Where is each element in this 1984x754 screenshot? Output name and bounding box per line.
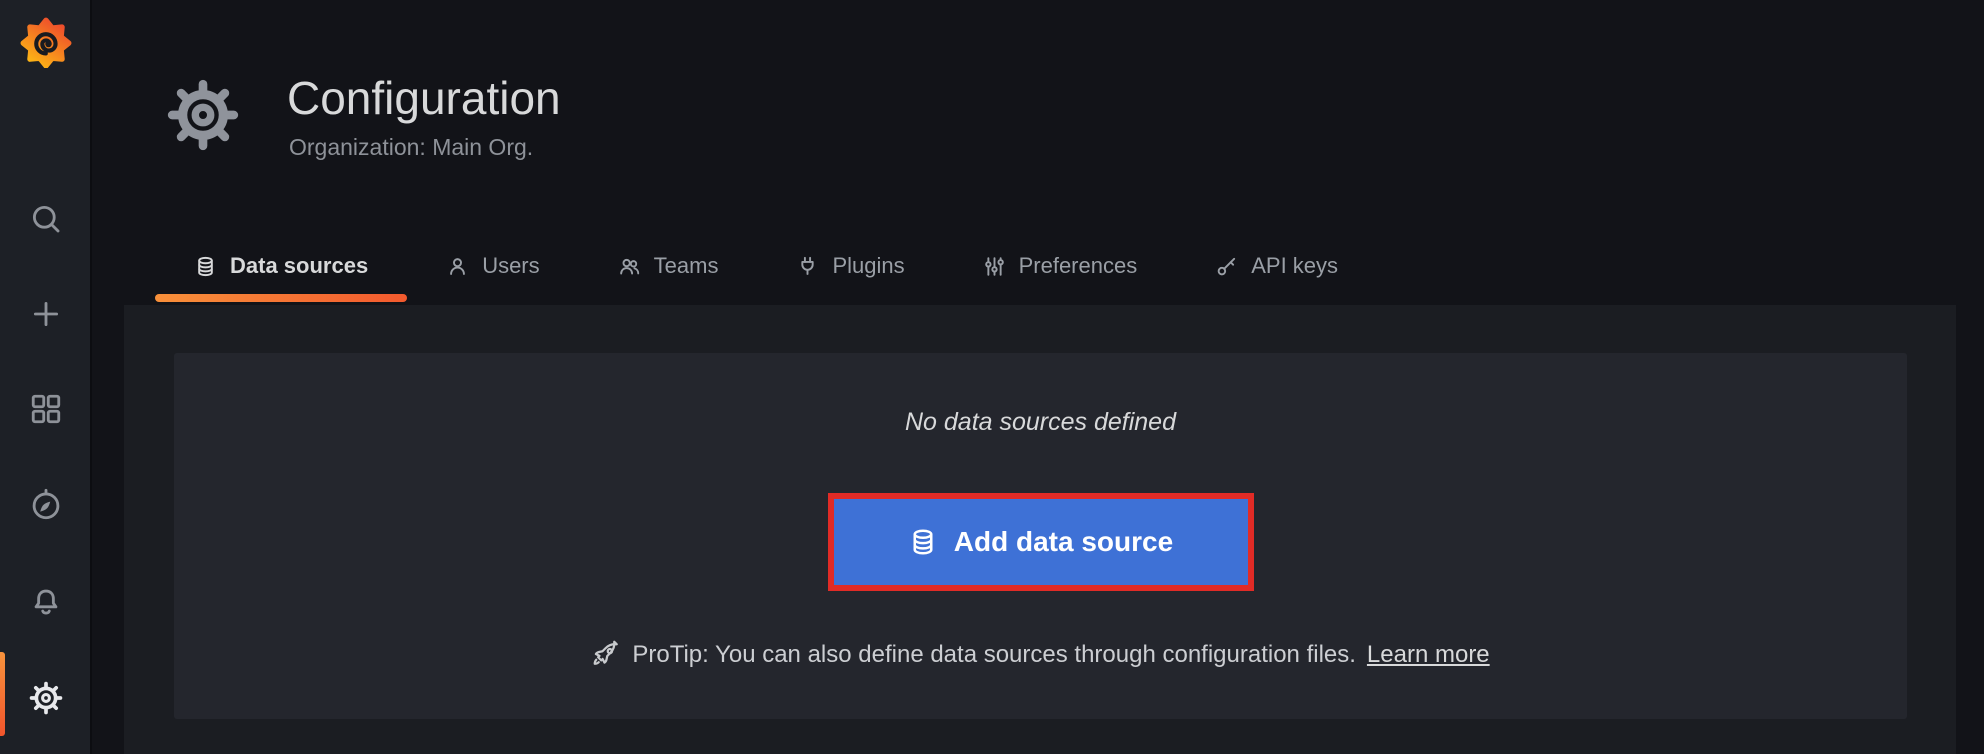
protip-row: ProTip: You can also define data sources… <box>591 636 1489 674</box>
config-tabs: Data sources Users Teams Plugins <box>155 230 1377 302</box>
tab-label: Users <box>482 253 539 279</box>
tab-teams[interactable]: Teams <box>579 230 758 302</box>
page-subtitle: Organization: Main Org. <box>289 132 533 162</box>
plus-icon <box>29 297 63 331</box>
protip-text: ProTip: You can also define data sources… <box>632 636 1356 674</box>
bell-icon <box>29 585 63 619</box>
sidebar-item-search[interactable] <box>0 183 92 255</box>
rocket-icon <box>591 640 621 670</box>
annotation-highlight: Add data source <box>828 493 1254 591</box>
search-icon <box>29 202 63 236</box>
tab-data-sources[interactable]: Data sources <box>155 230 407 302</box>
tab-plugins[interactable]: Plugins <box>757 230 943 302</box>
tab-api-keys[interactable]: API keys <box>1176 230 1377 302</box>
sidebar-item-configuration[interactable] <box>0 662 92 734</box>
user-icon <box>446 255 469 278</box>
compass-icon <box>29 488 63 522</box>
sidebar-item-dashboards[interactable] <box>0 373 92 445</box>
users-icon <box>618 255 641 278</box>
content-panel: No data sources defined Add data source <box>124 305 1956 754</box>
sidebar-item-alerting[interactable] <box>0 566 92 638</box>
page-title: Configuration <box>287 70 561 126</box>
active-tab-underline <box>155 294 407 302</box>
learn-more-link[interactable]: Learn more <box>1367 636 1490 674</box>
key-icon <box>1215 255 1238 278</box>
add-data-source-button[interactable]: Add data source <box>834 499 1248 585</box>
tab-label: Teams <box>654 253 719 279</box>
tab-preferences[interactable]: Preferences <box>944 230 1177 302</box>
grid-icon <box>29 392 63 426</box>
add-button-label: Add data source <box>954 526 1173 558</box>
tab-users[interactable]: Users <box>407 230 578 302</box>
gear-icon <box>29 681 63 715</box>
empty-state-message: No data sources defined <box>905 403 1176 441</box>
tab-label: Data sources <box>230 253 368 279</box>
sidebar <box>0 0 92 754</box>
sidebar-item-create[interactable] <box>0 278 92 350</box>
tab-label: API keys <box>1251 253 1338 279</box>
database-icon <box>908 527 938 557</box>
tab-label: Preferences <box>1019 253 1138 279</box>
plug-icon <box>796 255 819 278</box>
tab-label: Plugins <box>832 253 904 279</box>
sliders-icon <box>983 255 1006 278</box>
empty-state-card: No data sources defined Add data source <box>174 353 1907 719</box>
sidebar-item-explore[interactable] <box>0 469 92 541</box>
grafana-logo[interactable] <box>20 16 72 68</box>
gear-icon <box>166 78 240 152</box>
active-nav-indicator <box>0 652 5 736</box>
database-icon <box>194 255 217 278</box>
